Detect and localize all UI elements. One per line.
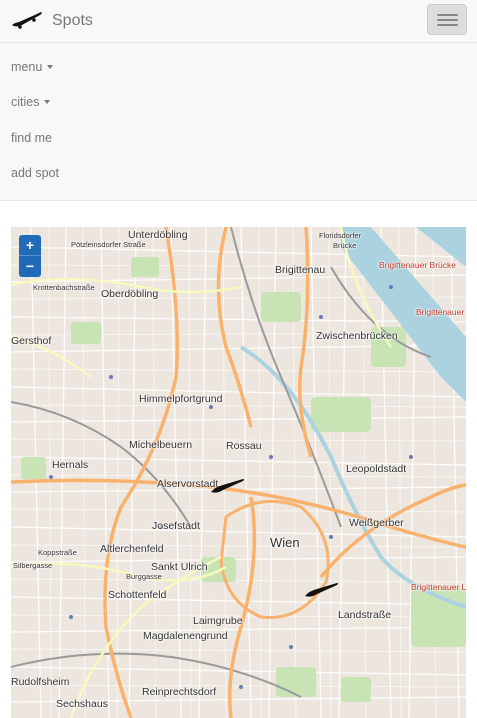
- nav-item-cities[interactable]: cities: [0, 85, 477, 121]
- map-label: Brigittenauer Brücke: [379, 260, 457, 270]
- map-label: Wien: [270, 535, 300, 550]
- map-label: Rudolfsheim: [11, 676, 70, 688]
- skateboard-marker-icon[interactable]: [303, 581, 341, 599]
- map-label: Brigittenau: [275, 264, 326, 276]
- map-label: Leopoldstadt: [346, 463, 407, 475]
- map-label: Pötzleinsdorfer Straße: [71, 240, 146, 249]
- zoom-in-button[interactable]: +: [19, 235, 41, 256]
- map-label: Oberdöbling: [101, 288, 159, 300]
- navbar-header: Spots: [0, 0, 477, 43]
- nav-item-label: menu: [11, 59, 43, 74]
- skateboard-icon: [12, 12, 42, 29]
- navbar-toggle-button[interactable]: [427, 4, 467, 35]
- caret-down-icon: [47, 64, 54, 69]
- nav-item-label: cities: [11, 95, 40, 110]
- map-label: Hernals: [52, 459, 89, 471]
- hamburger-icon: [437, 14, 458, 16]
- map-label: Weißgerber: [349, 517, 404, 529]
- zoom-control: + −: [19, 235, 41, 277]
- map-label: Magdalenengrund: [143, 630, 228, 642]
- nav-item-find-me[interactable]: find me: [0, 120, 477, 156]
- map-label: Brigittenauer Lände: [411, 582, 466, 592]
- skateboard-marker-icon[interactable]: [209, 477, 247, 495]
- zoom-out-button[interactable]: −: [19, 256, 41, 277]
- map-label: Krottenbachstraße: [33, 283, 95, 292]
- nav-item-add-spot[interactable]: add spot: [0, 156, 477, 192]
- nav-item-label: add spot: [11, 166, 59, 181]
- map-label: Floridsdorfer: [319, 231, 362, 240]
- hamburger-icon-bar: [437, 24, 458, 26]
- map-label: Silbergasse: [13, 561, 53, 570]
- map-label: Brücke: [333, 241, 357, 250]
- map-label: Landstraße: [338, 609, 392, 621]
- caret-down-icon: [44, 100, 51, 105]
- map-label: Schottenfeld: [108, 589, 167, 601]
- brand-link[interactable]: Spots: [10, 4, 93, 38]
- map-label: Altlerchenfeld: [100, 543, 164, 555]
- map-label: Rossau: [226, 440, 262, 452]
- map-label: Laimgrube: [193, 615, 243, 627]
- navbar: Spots menu cities find me add spot: [0, 0, 477, 201]
- map-label: Zwischenbrücken: [316, 330, 398, 342]
- nav-item-menu[interactable]: menu: [0, 49, 477, 85]
- map-label: Brigittenauer Brücke: [416, 307, 466, 317]
- map-label: Gersthof: [11, 335, 52, 347]
- map-label: Sechshaus: [56, 698, 108, 710]
- nav-item-label: find me: [11, 130, 52, 145]
- nav-menu: menu cities find me add spot: [0, 49, 477, 191]
- hamburger-icon-bar: [437, 19, 458, 21]
- map-label: Koppstraße: [38, 548, 77, 557]
- map-label: Michelbeuern: [129, 439, 193, 451]
- map[interactable]: + − Unterdöbling Floridsdorfer Brücke Br…: [11, 227, 466, 718]
- map-label: Himmelpfortgrund: [139, 393, 223, 405]
- map-label: Josefstadt: [152, 520, 200, 532]
- brand-name: Spots: [52, 12, 93, 29]
- map-label: Burggasse: [126, 572, 162, 581]
- map-label: Reinprechtsdorf: [142, 686, 217, 698]
